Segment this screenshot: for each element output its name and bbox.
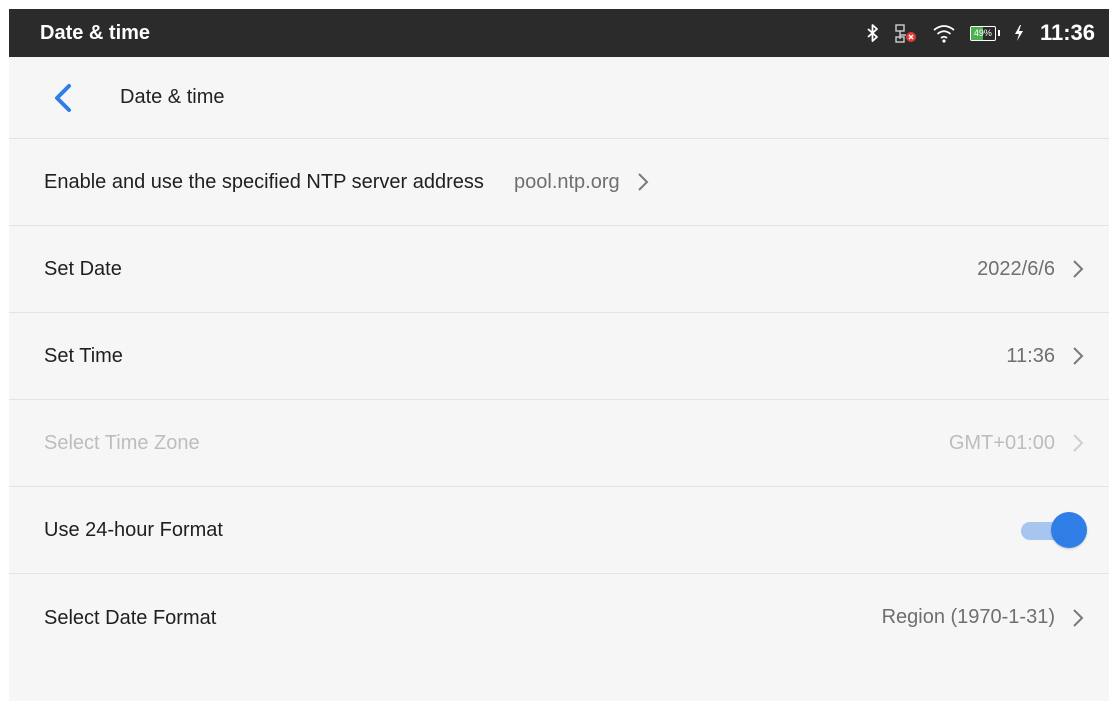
- set-time-value: 11:36: [1006, 344, 1055, 367]
- time-zone-value: GMT+01:00: [948, 431, 1055, 454]
- battery-icon: 49%: [969, 25, 1000, 41]
- time-zone-row: Select Time Zone GMT+01:00: [9, 400, 1109, 487]
- chevron-right-icon: [1069, 259, 1087, 279]
- settings-screen: Date & time 49% 11:36 Date & time Enable…: [9, 9, 1109, 701]
- toggle-thumb: [1051, 512, 1087, 548]
- wifi-icon: [932, 23, 956, 43]
- set-date-label: Set Date: [44, 258, 122, 280]
- ethernet-disconnected-icon: [894, 23, 918, 43]
- charging-icon: [1014, 24, 1024, 42]
- hour24-label: Use 24-hour Format: [44, 519, 223, 541]
- battery-percent: 49%: [973, 28, 992, 38]
- set-time-row[interactable]: Set Time 11:36: [9, 313, 1109, 400]
- page-header: Date & time: [9, 57, 1109, 139]
- date-format-row[interactable]: Select Date Format Region (1970-1-31): [9, 574, 1109, 661]
- settings-list: Enable and use the specified NTP server …: [9, 139, 1109, 661]
- set-date-row[interactable]: Set Date 2022/6/6: [9, 226, 1109, 313]
- status-time: 11:36: [1039, 20, 1095, 45]
- set-time-label: Set Time: [44, 345, 123, 367]
- status-bar-title: Date & time: [40, 21, 151, 44]
- ntp-server-row[interactable]: Enable and use the specified NTP server …: [9, 139, 1109, 226]
- chevron-right-icon: [1069, 433, 1087, 453]
- date-format-label: Select Date Format: [44, 606, 217, 629]
- ntp-server-value: pool.ntp.org: [514, 170, 620, 193]
- time-zone-label: Select Time Zone: [44, 432, 200, 454]
- chevron-right-icon: [1069, 608, 1087, 628]
- back-button[interactable]: [43, 78, 83, 118]
- hour24-toggle[interactable]: [1021, 512, 1087, 548]
- set-date-value: 2022/6/6: [977, 257, 1055, 280]
- page-title: Date & time: [120, 86, 225, 108]
- bluetooth-icon: [866, 23, 880, 43]
- status-icons: 49% 11:36: [866, 20, 1095, 46]
- date-format-value: Region (1970-1-31): [881, 606, 1055, 628]
- ntp-server-label: Enable and use the specified NTP server …: [44, 171, 484, 193]
- status-bar: Date & time 49% 11:36: [9, 9, 1109, 57]
- hour24-row: Use 24-hour Format: [9, 487, 1109, 574]
- back-arrow-icon: [55, 83, 71, 112]
- chevron-right-icon: [634, 172, 652, 192]
- chevron-right-icon: [1069, 346, 1087, 366]
